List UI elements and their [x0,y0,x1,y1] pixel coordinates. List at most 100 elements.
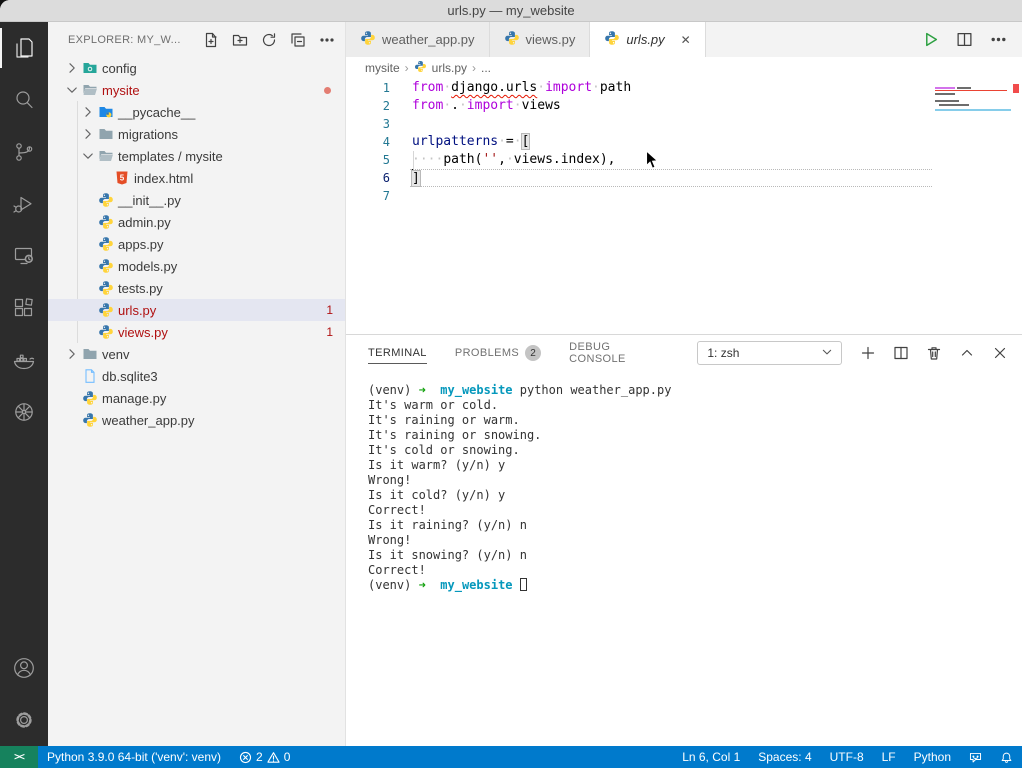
terminal-line: Is it snowing? (y/n) n [368,548,1022,563]
problem-count-badge: 1 [326,303,333,317]
panel-tab-label: PROBLEMS [455,347,519,359]
tree-item-config[interactable]: config [48,57,345,79]
breadcrumb[interactable]: mysite›urls.py›... [346,57,1022,79]
status-python-interpreter[interactable]: Python 3.9.0 64-bit ('venv': venv) [38,746,230,768]
activity-bar-search[interactable] [0,74,48,126]
minimap[interactable] [935,81,1013,115]
status-encoding[interactable]: UTF-8 [821,746,873,768]
breadcrumb-item[interactable]: ... [481,61,491,75]
activity-bar-docker[interactable] [0,334,48,386]
panel-tab-terminal[interactable]: TERMINAL [368,335,427,371]
tree-item-migrations[interactable]: migrations [48,123,345,145]
explorer-header: EXPLORER: MY_W... [48,22,345,57]
panel-tab-label: DEBUG CONSOLE [569,341,669,365]
tree-item-admin-py[interactable]: admin.py [48,211,345,233]
notifications-button[interactable] [991,746,1022,768]
panel-tab-debug-console[interactable]: DEBUG CONSOLE [569,335,669,371]
bottom-panel: TERMINAL PROBLEMS 2 DEBUG CONSOLE 1: zsh (v… [346,334,1022,746]
code-line-1[interactable]: 1from·django.urls·import·path [346,79,1022,97]
activity-bar-run-debug[interactable] [0,178,48,230]
code-line-3[interactable]: 3 [346,115,1022,133]
terminal-output[interactable]: (venv) ➜ my_website python weather_app.p… [346,371,1022,746]
tab-close-icon[interactable]: ✕ [681,33,691,47]
panel-tab-problems[interactable]: PROBLEMS 2 [455,335,541,371]
new-folder-button[interactable] [232,32,248,48]
editor-tab-weather_app-py[interactable]: weather_app.py [346,22,490,57]
breadcrumb-item[interactable]: urls.py [432,61,467,75]
feedback-button[interactable] [960,746,991,768]
code-line-2[interactable]: 2from·.·import·views [346,97,1022,115]
account-icon [12,656,36,680]
code-line-6[interactable]: 6] [346,169,1022,187]
run-python-file-button[interactable] [922,31,939,48]
status-eol[interactable]: LF [873,746,905,768]
tree-item-apps-py[interactable]: apps.py [48,233,345,255]
line-number: 2 [346,97,390,115]
status-indentation[interactable]: Spaces: 4 [749,746,820,768]
more-actions-button[interactable] [990,31,1007,48]
line-number: 6 [346,169,390,187]
tree-item-weather-app-py[interactable]: weather_app.py [48,409,345,431]
status-cursor-position[interactable]: Ln 6, Col 1 [673,746,749,768]
code-editor[interactable]: 1from·django.urls·import·path2from·.·imp… [346,79,1022,334]
terminal-line: Is it warm? (y/n) y [368,458,1022,473]
chevron-down-icon [80,148,96,164]
refresh-button[interactable] [261,32,277,48]
activity-bar-kubernetes[interactable] [0,386,48,438]
activity-bar-remote-explorer[interactable] [0,230,48,282]
code-text [390,187,412,205]
split-editor-button[interactable] [956,31,973,48]
status-problems[interactable]: 20 [230,746,299,768]
terminal-line: (venv) ➜ my_website python weather_app.p… [368,383,1022,398]
tree-item-label: __init__.py [118,193,181,208]
activity-bar-explorer[interactable] [0,22,48,74]
remote-indicator[interactable]: >< [0,746,38,768]
terminal-line: Is it raining? (y/n) n [368,518,1022,533]
tree-item-models-py[interactable]: models.py [48,255,345,277]
code-line-4[interactable]: 4urlpatterns·=·[ [346,133,1022,151]
tree-item-urls-py[interactable]: urls.py 1 [48,299,345,321]
tree-item-venv[interactable]: venv [48,343,345,365]
tree-item-views-py[interactable]: views.py1 [48,321,345,343]
tree-item-label: config [102,61,137,76]
code-line-5[interactable]: 5····path('',·views.index), [346,151,1022,169]
files-icon [12,36,36,60]
modified-dot [324,87,331,94]
code-line-7[interactable]: 7 [346,187,1022,205]
explorer-sidebar: EXPLORER: MY_W... config mysite__pycache_… [48,22,346,746]
tree-item-templates-mysite[interactable]: templates / mysite [48,145,345,167]
split-terminal-button[interactable] [893,345,909,361]
activity-bar-source-control[interactable] [0,126,48,178]
tree-item-label: urls.py [118,303,156,318]
tree-item-db-sqlite3[interactable]: db.sqlite3 [48,365,345,387]
terminal-shell-select[interactable]: 1: zsh [697,341,842,365]
tree-item-index-html[interactable]: 5index.html [48,167,345,189]
editor-tab-views-py[interactable]: views.py [490,22,591,57]
python-file-icon [360,30,376,49]
status-language[interactable]: Python [905,746,960,768]
activity-bar-extensions[interactable] [0,282,48,334]
tree-item-mysite[interactable]: mysite [48,79,345,101]
close-panel-button[interactable] [992,345,1008,361]
breadcrumb-item[interactable]: mysite [365,61,400,75]
activity-bar-settings[interactable] [0,694,48,746]
tree-item--pycache-[interactable]: __pycache__ [48,101,345,123]
gear-icon [12,708,36,732]
breadcrumb-separator: › [405,61,409,75]
terminal-line: Correct! [368,563,1022,578]
activity-bar-accounts[interactable] [0,642,48,694]
new-terminal-button[interactable] [860,345,876,361]
more-actions-button[interactable] [319,32,335,48]
maximize-panel-button[interactable] [959,345,975,361]
tree-item--init-py[interactable]: __init__.py [48,189,345,211]
tree-item-tests-py[interactable]: tests.py [48,277,345,299]
problems-count-badge: 2 [525,345,541,361]
kill-terminal-button[interactable] [926,345,942,361]
python-icon [96,236,116,252]
folder-open-icon [80,82,100,98]
collapse-folders-button[interactable] [290,32,306,48]
editor-tab-urls-py[interactable]: urls.py✕ [590,22,705,57]
new-file-button[interactable] [203,32,219,48]
tab-label: views.py [526,32,576,47]
tree-item-manage-py[interactable]: manage.py [48,387,345,409]
